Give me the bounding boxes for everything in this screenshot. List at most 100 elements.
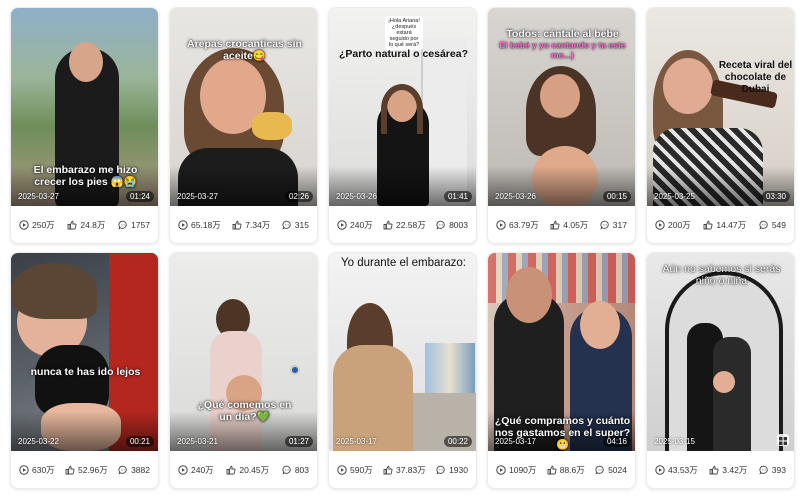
- likes-stat: 4.05万: [550, 219, 588, 231]
- video-thumbnail[interactable]: ¿Qué comemos en un día?💚 2025-03-21 01:2…: [170, 253, 317, 451]
- video-caption: El embarazo me hizo crecer los pies 😱😭: [33, 164, 138, 188]
- comment-icon: [282, 220, 291, 230]
- video-thumbnail[interactable]: Aún no sabemos si serás niño o niña 2025…: [647, 253, 794, 451]
- views-count: 43.53万: [668, 465, 698, 475]
- video-thumbnail[interactable]: Todos: cántale al bebe El bebé y yo cant…: [488, 8, 635, 206]
- video-duration: 01:24: [125, 191, 154, 202]
- thumbnail-hair: [381, 84, 423, 134]
- video-caption: Aún no sabemos si serás niño o niña: [662, 263, 781, 287]
- video-stats: 1090万 88.6万 5024: [488, 459, 635, 481]
- play-circle-icon: [496, 220, 506, 230]
- video-card[interactable]: Todos: cántale al bebe El bebé y yo cant…: [487, 7, 636, 244]
- thumbs-up-icon: [547, 465, 557, 475]
- likes-count: 24.8万: [80, 220, 106, 230]
- video-card[interactable]: ¡Hola Ariana! ¿después estará seguido po…: [328, 7, 477, 244]
- video-card[interactable]: nunca te has ido lejos 2025-03-22 00:21 …: [10, 252, 159, 489]
- play-circle-icon: [19, 220, 29, 230]
- comments-stat: 315: [282, 220, 309, 230]
- thumbnail-food: [252, 112, 292, 140]
- play-circle-icon: [178, 220, 188, 230]
- video-thumbnail[interactable]: Arepas crocanticas sin aceite😋 2025-03-2…: [170, 8, 317, 206]
- likes-count: 4.05万: [563, 220, 589, 230]
- comment-icon: [600, 220, 609, 230]
- video-caption: ¿Qué comemos en un día?💚: [197, 399, 292, 423]
- video-date: 2025-03-26: [336, 192, 377, 201]
- video-thumbnail[interactable]: Receta viral del chocolate de Dubai 2025…: [647, 8, 794, 206]
- video-date: 2025-03-21: [177, 437, 218, 446]
- comment-icon: [759, 220, 768, 230]
- play-circle-icon: [19, 465, 29, 475]
- video-card[interactable]: El embarazo me hizo crecer los pies 😱😭 2…: [10, 7, 159, 244]
- video-caption: Receta viral del chocolate de Dubai: [718, 60, 793, 95]
- likes-count: 37.83万: [395, 465, 426, 475]
- thumbnail-face: [663, 58, 713, 114]
- likes-stat: 24.8万: [67, 219, 105, 231]
- video-date: 2025-03-26: [495, 192, 536, 201]
- video-caption: Todos: cántale al bebe: [506, 28, 619, 40]
- video-card[interactable]: Arepas crocanticas sin aceite😋 2025-03-2…: [169, 7, 318, 244]
- comment-icon: [759, 465, 768, 475]
- thumbs-up-icon: [226, 465, 236, 475]
- video-stats: 240万 20.45万 803: [170, 459, 317, 481]
- play-circle-icon: [178, 465, 188, 475]
- video-duration: 00:15: [602, 191, 631, 202]
- video-stats: 630万 52.96万 3882: [11, 459, 158, 481]
- play-circle-icon: [337, 465, 347, 475]
- likes-count: 3.42万: [722, 465, 748, 475]
- thumbs-up-icon: [65, 465, 75, 475]
- video-thumbnail[interactable]: Yo durante el embarazo: 2025-03-17 00:22: [329, 253, 476, 451]
- thumbnail-belly: [713, 371, 735, 393]
- video-date: 2025-03-17: [495, 437, 536, 446]
- views-stat: 590万: [337, 464, 373, 476]
- video-card[interactable]: Receta viral del chocolate de Dubai 2025…: [646, 7, 795, 244]
- comments-count: 803: [294, 465, 309, 475]
- video-thumbnail[interactable]: ¡Hola Ariana! ¿después estará seguido po…: [329, 8, 476, 206]
- comments-stat: 393: [759, 465, 786, 475]
- comments-stat: 317: [600, 220, 627, 230]
- likes-stat: 20.45万: [226, 464, 269, 476]
- comments-stat: 549: [759, 220, 786, 230]
- video-stats: 43.53万 3.42万 393: [647, 459, 794, 481]
- views-count: 200万: [668, 220, 691, 230]
- video-caption: Yo durante el embarazo:: [341, 257, 466, 269]
- comments-stat: 5024: [595, 465, 627, 475]
- likes-count: 88.6万: [559, 465, 585, 475]
- video-thumbnail[interactable]: El embarazo me hizo crecer los pies 😱😭 2…: [11, 8, 158, 206]
- video-card[interactable]: Yo durante el embarazo: 2025-03-17 00:22…: [328, 252, 477, 489]
- video-date: 2025-03-25: [654, 192, 695, 201]
- comment-icon: [436, 220, 445, 230]
- views-count: 240万: [350, 220, 373, 230]
- views-count: 630万: [32, 465, 55, 475]
- thumbnail-face: [69, 42, 103, 82]
- video-duration: 04:16: [602, 436, 631, 447]
- video-duration: 00:22: [443, 436, 472, 447]
- likes-stat: 37.83万: [383, 464, 426, 476]
- comment-icon: [282, 465, 291, 475]
- comments-stat: 1757: [118, 220, 150, 230]
- video-duration: 01:27: [284, 436, 313, 447]
- comments-count: 1757: [131, 220, 150, 230]
- video-thumbnail[interactable]: nunca te has ido lejos 2025-03-22 00:21: [11, 253, 158, 451]
- comment-icon: [118, 465, 127, 475]
- likes-stat: 88.6万: [547, 464, 585, 476]
- video-duration: 03:30: [761, 191, 790, 202]
- video-date: 2025-03-15: [654, 437, 695, 446]
- video-card[interactable]: ¿Qué comemos en un día?💚 2025-03-21 01:2…: [169, 252, 318, 489]
- views-stat: 63.79万: [496, 219, 539, 231]
- thumbs-up-icon: [67, 220, 77, 230]
- video-card[interactable]: Aún no sabemos si serás niño o niña 2025…: [646, 252, 795, 489]
- video-thumbnail[interactable]: ¿Qué compramos y cuánto nos gastamos en …: [488, 253, 635, 451]
- video-stats: 590万 37.83万 1930: [329, 459, 476, 481]
- comments-count: 315: [294, 220, 309, 230]
- likes-count: 22.58万: [395, 220, 426, 230]
- views-stat: 240万: [178, 464, 214, 476]
- play-circle-icon: [655, 220, 665, 230]
- video-card[interactable]: ¿Qué compramos y cuánto nos gastamos en …: [487, 252, 636, 489]
- views-count: 63.79万: [509, 220, 539, 230]
- views-stat: 250万: [19, 219, 55, 231]
- views-stat: 1090万: [496, 464, 536, 476]
- likes-stat: 52.96万: [65, 464, 108, 476]
- video-caption: nunca te has ido lejos: [30, 366, 141, 378]
- play-circle-icon: [655, 465, 665, 475]
- thumbs-up-icon: [232, 220, 242, 230]
